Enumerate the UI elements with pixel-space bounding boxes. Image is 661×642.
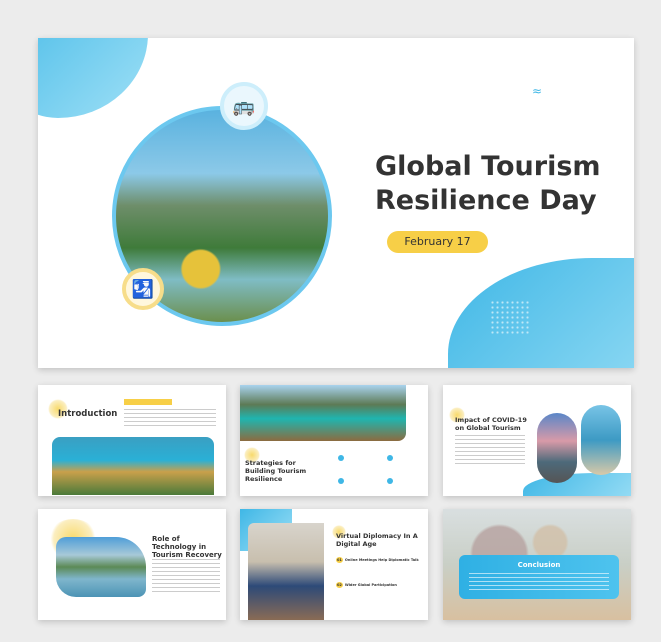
strategy-item (338, 478, 344, 484)
strategy-item (338, 455, 344, 461)
point-title: Wider Global Participation (344, 583, 397, 587)
point-1: 01 Online Meetings Help Diplomatic Talk (336, 557, 419, 563)
number-badge: 01 (336, 557, 343, 563)
point-2: 02 Wider Global Participation (336, 582, 397, 588)
bus-icon: 🚌 (220, 82, 268, 130)
traveler-photo (537, 413, 577, 483)
hikers-photo (52, 437, 214, 495)
decorative-wave (448, 258, 634, 368)
thumbnail-title: Strategies for Building Tourism Resilien… (245, 459, 307, 483)
boat-photo (240, 385, 406, 441)
thumbnail-introduction[interactable]: Introduction (38, 385, 226, 496)
thumbnail-covid-impact[interactable]: Impact of COVID-19 on Global Tourism (443, 385, 631, 496)
lake-photo (56, 537, 146, 597)
bullet-icon (338, 478, 344, 484)
title-line-1: Global Tourism (375, 151, 601, 182)
bullet-icon (387, 478, 393, 484)
thumbnail-conclusion[interactable]: Conclusion (443, 509, 631, 620)
thumbnail-title: Virtual Diplomacy In A Digital Age (336, 532, 418, 548)
thumbnail-virtual-diplomacy[interactable]: Virtual Diplomacy In A Digital Age 01 Onl… (240, 509, 428, 620)
highlight-bar (124, 399, 172, 405)
date-badge: February 17 (387, 231, 488, 253)
body-text (469, 573, 609, 591)
decorative-wave (523, 473, 631, 496)
slide-title: Global Tourism Resilience Day (375, 150, 601, 218)
thumbnail-strategies[interactable]: Strategies for Building Tourism Resilien… (240, 385, 428, 496)
strategy-item (387, 478, 393, 484)
thumbnail-title: Introduction (58, 409, 118, 419)
number-badge: 02 (336, 582, 343, 588)
dot-pattern (490, 300, 530, 335)
body-text (124, 409, 216, 427)
point-title: Online Meetings Help Diplomatic Talk (344, 558, 419, 562)
couple-photo (248, 523, 324, 620)
traveler-photo (581, 405, 621, 475)
body-text (455, 435, 525, 467)
thumbnail-title: Role of Technology in Tourism Recovery (152, 535, 222, 559)
thumbnail-title: Impact of COVID-19 on Global Tourism (455, 416, 527, 432)
title-line-2: Resilience Day (375, 185, 597, 216)
title-slide[interactable]: ≈ 🚌 🛂 Global Tourism Resilience Day Febru… (38, 38, 634, 368)
bullet-icon (387, 455, 393, 461)
body-text (152, 559, 220, 595)
passport-icon: 🛂 (122, 268, 164, 310)
thumbnail-title: Conclusion (517, 561, 561, 569)
thumbnail-technology[interactable]: Role of Technology in Tourism Recovery (38, 509, 226, 620)
wave-icon: ≈ (532, 84, 543, 98)
bullet-icon (338, 455, 344, 461)
conclusion-card: Conclusion (459, 555, 619, 599)
decorative-wave (38, 38, 148, 118)
strategy-item (387, 455, 393, 461)
